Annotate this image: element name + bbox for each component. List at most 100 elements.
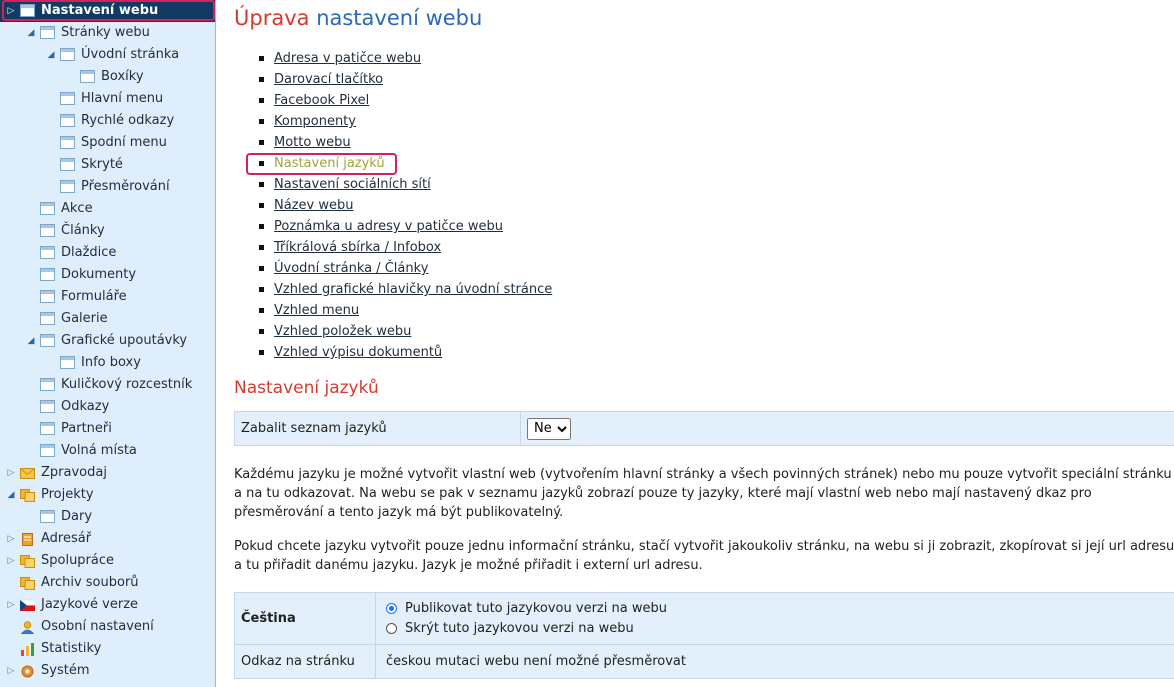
sidebar-item[interactable]: ▷ Zpravodaj xyxy=(0,462,215,484)
sidebar-item[interactable]: Statistiky xyxy=(0,638,215,660)
page-icon xyxy=(40,202,55,215)
settings-link[interactable]: Poznámka u adresy v patičce webu xyxy=(274,219,503,234)
expand-open-icon[interactable]: ◢ xyxy=(26,330,36,352)
wrap-setting-table: Zabalit seznam jazyků Ne xyxy=(234,411,1174,446)
language-name: Čeština xyxy=(234,592,376,645)
expand-closed-icon[interactable]: ▷ xyxy=(6,550,16,572)
link-value: českou mutaci webu není možné přesměrova… xyxy=(375,644,1174,679)
settings-link[interactable]: Vzhled menu xyxy=(274,303,359,318)
radio-publish-row[interactable]: Publikovat tuto jazykovou verzi na webu xyxy=(386,599,1172,619)
info-paragraph-2: Pokud chcete jazyku vytvořit pouze jednu… xyxy=(234,539,1174,573)
settings-link[interactable]: Úvodní stránka / Články xyxy=(274,261,428,276)
sidebar-item-label: Projekty xyxy=(41,487,94,502)
sidebar-item[interactable]: ◢ Grafické upoutávky xyxy=(0,330,215,352)
wrap-label: Zabalit seznam jazyků xyxy=(234,411,521,446)
section-title: Nastavení jazyků xyxy=(234,378,379,398)
settings-link-item: Úvodní stránka / Články xyxy=(254,258,552,279)
sidebar-item[interactable]: ◢ Úvodní stránka xyxy=(0,44,215,66)
sidebar-item[interactable]: Info boxy xyxy=(0,352,215,374)
sidebar-item[interactable]: Články xyxy=(0,220,215,242)
sidebar-item[interactable]: Dokumenty xyxy=(0,264,215,286)
sidebar-item[interactable]: Dary xyxy=(0,506,215,528)
radio-hide-row[interactable]: Skrýt tuto jazykovou verzi na webu xyxy=(386,619,1172,639)
page-icon xyxy=(40,268,55,281)
sidebar-item[interactable]: ▷ Nastavení webu xyxy=(0,0,215,22)
page-title-accent: Úprava xyxy=(234,6,310,30)
sidebar-item[interactable]: ◢ Projekty xyxy=(0,484,215,506)
sidebar-item[interactable]: ▷ Jazykové verze xyxy=(0,594,215,616)
page-title-rest: nastavení webu xyxy=(316,6,483,30)
sidebar-item[interactable]: Volná místa xyxy=(0,440,215,462)
page-icon xyxy=(40,400,55,413)
sidebar-item-label: Spolupráce xyxy=(41,553,115,568)
page-icon xyxy=(40,422,55,435)
sidebar-item[interactable]: Galerie xyxy=(0,308,215,330)
expand-open-icon[interactable]: ◢ xyxy=(26,22,36,44)
sidebar-item[interactable]: Přesměrování xyxy=(0,176,215,198)
settings-link-item: Název webu xyxy=(254,195,552,216)
sidebar-item[interactable]: Skryté xyxy=(0,154,215,176)
wrap-select[interactable]: Ne xyxy=(527,417,571,440)
page-icon xyxy=(60,158,75,171)
sidebar-item-label: Info boxy xyxy=(81,355,141,370)
expand-closed-icon[interactable]: ▷ xyxy=(6,528,16,550)
sidebar-item-label: Zpravodaj xyxy=(41,465,107,480)
settings-link-item: Tříkrálová sbírka / Infobox xyxy=(254,237,552,258)
settings-link[interactable]: Motto webu xyxy=(274,135,351,150)
sidebar-item-label: Dlaždice xyxy=(61,245,117,260)
sidebar-item[interactable]: Osobní nastavení xyxy=(0,616,215,638)
settings-link[interactable]: Vzhled položek webu xyxy=(274,324,411,339)
settings-link[interactable]: Facebook Pixel xyxy=(274,93,369,108)
settings-link-item: Darovací tlačítko xyxy=(254,69,552,90)
language-table: Čeština Publikovat tuto jazykovou verzi … xyxy=(234,592,1174,679)
page-icon xyxy=(60,356,75,369)
sidebar-item[interactable]: Hlavní menu xyxy=(0,88,215,110)
settings-link[interactable]: Darovací tlačítko xyxy=(274,72,383,87)
sidebar-item-label: Dary xyxy=(61,509,93,524)
sidebar-item[interactable]: Spodní menu xyxy=(0,132,215,154)
sidebar-item-label: Kuličkový rozcestník xyxy=(61,377,193,392)
settings-link-item: Motto webu xyxy=(254,132,552,153)
expand-open-icon[interactable]: ◢ xyxy=(46,44,56,66)
sidebar-item-label: Akce xyxy=(61,201,93,216)
sidebar-item[interactable]: ◢ Stránky webu xyxy=(0,22,215,44)
radio-publish-label: Publikovat tuto jazykovou verzi na webu xyxy=(405,601,667,616)
page-icon xyxy=(40,510,55,523)
expand-closed-icon[interactable]: ▷ xyxy=(6,462,16,484)
settings-link-item: Poznámka u adresy v patičce webu xyxy=(254,216,552,237)
sidebar-item-label: Rychlé odkazy xyxy=(81,113,175,128)
sidebar-item[interactable]: ▷ Spolupráce xyxy=(0,550,215,572)
settings-link[interactable]: Adresa v patičce webu xyxy=(274,51,421,66)
settings-link[interactable]: Název webu xyxy=(274,198,353,213)
radio-publish[interactable] xyxy=(386,603,397,614)
info-paragraph-1: Každému jazyku je možné vytvořit vlastní… xyxy=(234,467,1172,520)
settings-link[interactable]: Nastavení sociálních sítí xyxy=(274,177,431,192)
address-book-icon xyxy=(20,532,35,546)
sidebar-item[interactable]: Partneři xyxy=(0,418,215,440)
settings-link[interactable]: Tříkrálová sbírka / Infobox xyxy=(274,240,441,255)
settings-link[interactable]: Vzhled grafické hlavičky na úvodní strán… xyxy=(274,282,552,297)
expand-open-icon[interactable]: ◢ xyxy=(6,484,16,506)
sidebar-item-label: Systém xyxy=(41,663,90,678)
sidebar-item-label: Volná místa xyxy=(61,443,137,458)
expand-closed-icon[interactable]: ▷ xyxy=(6,594,16,616)
sidebar-item[interactable]: Archiv souborů xyxy=(0,572,215,594)
sidebar-item[interactable]: Kuličkový rozcestník xyxy=(0,374,215,396)
radio-hide[interactable] xyxy=(386,623,397,634)
sidebar-item[interactable]: ▷ Systém xyxy=(0,660,215,682)
sidebar-item[interactable]: Boxíky xyxy=(0,66,215,88)
settings-link[interactable]: Vzhled výpisu dokumentů xyxy=(274,345,442,360)
page-icon xyxy=(60,48,75,61)
settings-link[interactable]: Komponenty xyxy=(274,114,356,129)
page-icon xyxy=(40,334,55,347)
page-icon xyxy=(40,246,55,259)
sidebar-item[interactable]: Akce xyxy=(0,198,215,220)
sidebar-item[interactable]: Dlaždice xyxy=(0,242,215,264)
sidebar-item[interactable]: Formuláře xyxy=(0,286,215,308)
radio-hide-label: Skrýt tuto jazykovou verzi na webu xyxy=(405,621,634,636)
sidebar-item[interactable]: Rychlé odkazy xyxy=(0,110,215,132)
sidebar-item[interactable]: ▷ Adresář xyxy=(0,528,215,550)
sidebar-item-label: Spodní menu xyxy=(81,135,167,150)
sidebar-item[interactable]: Odkazy xyxy=(0,396,215,418)
expand-closed-icon[interactable]: ▷ xyxy=(6,660,16,682)
